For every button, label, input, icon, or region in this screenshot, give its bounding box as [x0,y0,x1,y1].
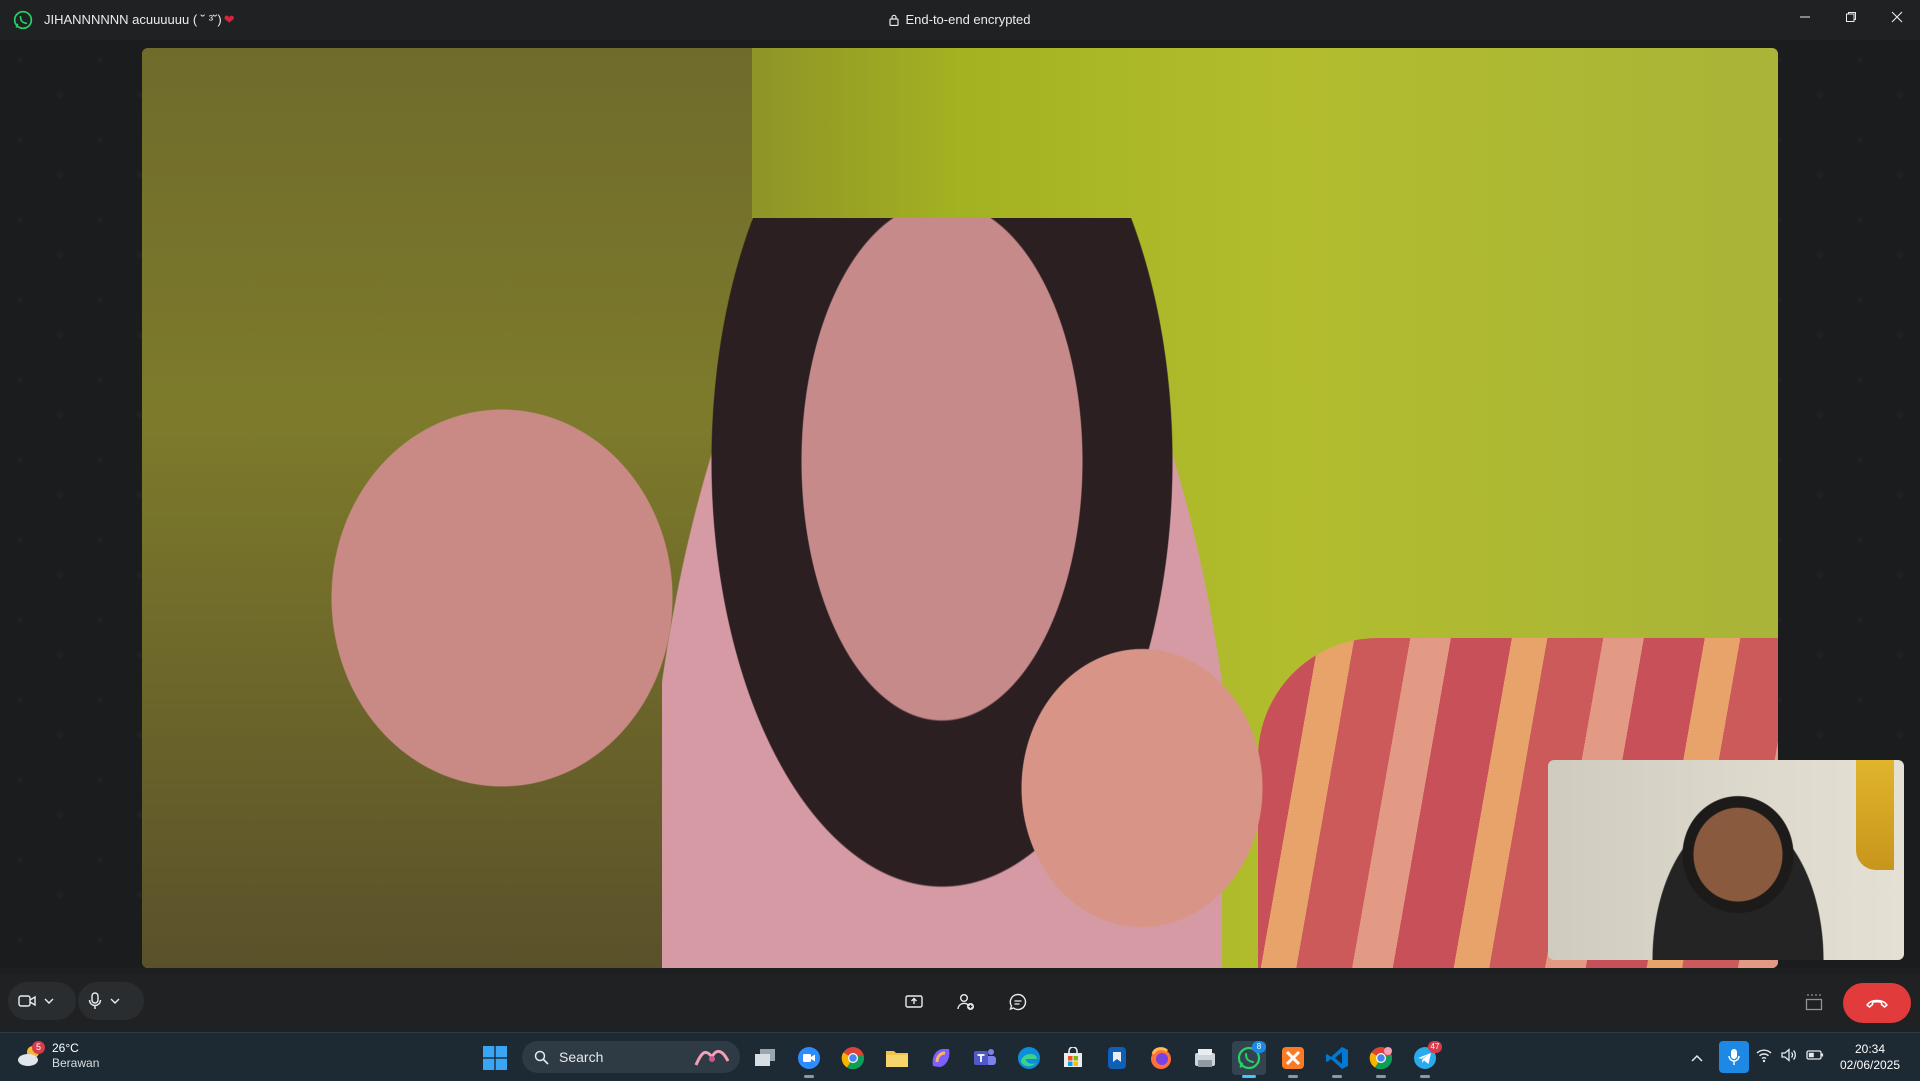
chrome-profile-icon [1369,1047,1393,1070]
partly-cloudy-icon: 5 [16,1041,45,1069]
store-icon [1064,1047,1082,1067]
contact-name-text: JIHANNNNNN acuuuuuu ( ˘ ³˘) [44,12,222,27]
taskbar-app-chrome[interactable] [836,1041,870,1075]
whatsapp-unread-badge: 8 [1252,1041,1266,1053]
video-hand-left [312,388,692,808]
firefox-icon [1151,1047,1171,1069]
clock-time: 20:34 [1854,1042,1886,1056]
taskbar-app-xampp[interactable] [1276,1041,1310,1078]
layout-button[interactable] [1798,986,1830,1018]
volume-icon [1781,1048,1796,1062]
microphone-icon [1728,1049,1740,1065]
weather-widget[interactable]: 5 26°C Berawan [16,1041,99,1071]
running-indicator [804,1075,814,1078]
taskbar-search-box[interactable]: Search [522,1041,740,1073]
window-titlebar: JIHANNNNNN acuuuuuu ( ˘ ³˘) ❤ End-to-end … [0,0,1920,40]
share-screen-icon [905,995,923,1008]
microphone-in-use-indicator[interactable] [1719,1041,1749,1073]
hang-up-phone-icon [1866,999,1888,1008]
running-indicator [1376,1075,1386,1078]
encryption-label: End-to-end encrypted [905,12,1031,27]
chevron-up-icon [1691,1054,1703,1062]
end-call-button[interactable] [1843,983,1911,1023]
taskbar-app-telegram[interactable]: 47 [1408,1041,1442,1078]
search-label: Search [559,1049,604,1065]
battery-icon [1806,1050,1824,1060]
microphone-toggle-button[interactable] [78,982,144,1020]
running-indicator [1420,1075,1430,1078]
taskbar-app-file-explorer[interactable] [880,1041,914,1075]
taskbar-app-edge[interactable] [1012,1041,1046,1075]
bookmark-app-icon [1108,1047,1126,1069]
encryption-status: End-to-end encrypted [0,12,1920,29]
self-video-preview[interactable] [1548,760,1904,960]
restore-icon [1846,12,1856,22]
quick-settings-button[interactable] [1756,1047,1824,1063]
call-contact-name: JIHANNNNNN acuuuuuu ( ˘ ³˘) ❤ [44,12,235,28]
taskbar-app-vscode[interactable] [1320,1041,1354,1078]
restore-button[interactable] [1828,0,1874,34]
printer-folder-icon [1195,1049,1215,1067]
minimize-button[interactable] [1782,0,1828,34]
task-view-icon [755,1049,775,1066]
taskbar-app-folder[interactable] [1188,1041,1222,1075]
show-hidden-icons-button[interactable] [1684,1041,1710,1075]
chat-bubble-icon [1009,993,1027,1011]
taskbar-app-copilot[interactable] [924,1041,958,1075]
taskbar-app-firefox[interactable] [1144,1041,1178,1075]
zoom-icon [798,1047,820,1069]
share-screen-button[interactable] [898,986,930,1018]
minimize-icon [1800,16,1810,18]
microphone-icon [88,992,102,1009]
edge-icon [1018,1047,1040,1069]
system-clock[interactable]: 20:34 02/06/2025 [1832,1041,1908,1073]
open-chat-button[interactable] [1002,986,1034,1018]
search-highlight-decoration-icon [694,1050,730,1066]
running-indicator [1332,1075,1342,1078]
search-icon [534,1050,549,1065]
taskbar-app-microsoft-store[interactable] [1056,1041,1090,1075]
video-hand-right [1012,638,1272,938]
heart-emoji: ❤ [223,12,235,27]
teams-icon [974,1049,996,1065]
taskbar-app-teams[interactable] [968,1041,1002,1075]
call-controls-bar [0,974,1920,1032]
close-icon [1891,11,1903,23]
taskbar-app-bookmark[interactable] [1100,1041,1134,1075]
running-indicator [1242,1075,1256,1078]
grid-layout-icon [1805,994,1823,1011]
clock-date: 02/06/2025 [1839,1058,1901,1072]
weather-temperature: 26°C [52,1041,79,1055]
camera-toggle-button[interactable] [8,982,76,1020]
whatsapp-logo-icon [13,10,33,30]
windows-start-icon[interactable] [482,1045,508,1071]
copilot-icon [932,1049,950,1067]
taskbar-app-whatsapp[interactable]: 8 [1232,1041,1266,1078]
task-view-button[interactable] [748,1041,782,1075]
xampp-icon [1282,1047,1304,1069]
telegram-unread-badge: 47 [1428,1041,1442,1053]
chevron-down-icon[interactable] [110,997,120,1005]
weather-notification-badge: 5 [32,1041,45,1054]
chrome-icon [841,1047,865,1070]
lock-icon [889,14,900,26]
self-video-towel [1856,760,1894,870]
wifi-icon [1756,1049,1772,1063]
remote-video-feed [142,48,1778,968]
taskbar-app-chrome-profile[interactable] [1364,1041,1398,1078]
add-person-icon [957,994,974,1010]
chevron-down-icon[interactable] [44,997,54,1005]
running-indicator [1288,1075,1298,1078]
close-button[interactable] [1874,0,1920,34]
taskbar-app-zoom[interactable] [792,1041,826,1078]
add-participant-button[interactable] [950,986,982,1018]
folder-icon [886,1051,908,1067]
windows-taskbar: 5 26°C Berawan Search 8 47 20:34 02/06/2… [0,1032,1920,1081]
video-camera-icon [18,995,36,1007]
vscode-icon [1326,1047,1348,1069]
weather-condition: Berawan [52,1056,100,1070]
self-participant [1638,790,1838,960]
